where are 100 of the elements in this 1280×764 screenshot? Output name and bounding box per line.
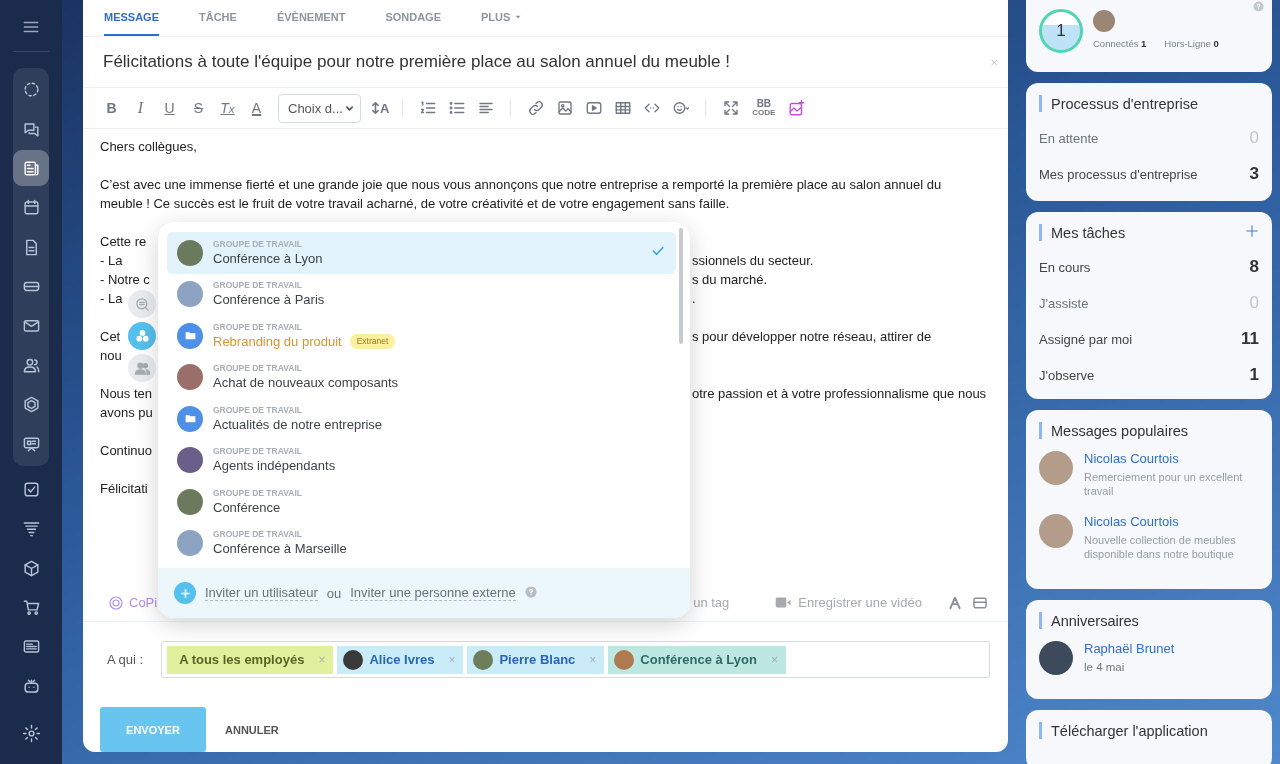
group-option[interactable]: GROUPE DE TRAVAIL Conférence à Lyon (167, 232, 676, 274)
text-fragment: - La (100, 290, 123, 308)
sparkle-image-icon[interactable] (787, 99, 806, 117)
counter-row[interactable]: Assigné par moi 11 (1039, 321, 1259, 357)
folder-icon (177, 322, 203, 349)
text-fragment: Cet (100, 328, 121, 346)
checkbox-icon (21, 479, 41, 499)
bullet-list-icon[interactable] (447, 99, 466, 117)
action-button[interactable] (128, 290, 156, 318)
action-button[interactable] (128, 354, 156, 382)
text-fragment: Félicitati (100, 480, 148, 498)
group-name: Conférence (213, 498, 281, 516)
counter-row[interactable]: Mes processus d'entreprise 3 (1039, 156, 1259, 192)
widget-title: Messages populaires (1051, 422, 1189, 439)
group-name: Conférence à Marseille (213, 540, 347, 558)
invite-user-link[interactable]: Inviter un utilisateur (205, 585, 318, 601)
table-icon[interactable] (613, 99, 632, 117)
text-format-icon[interactable] (948, 595, 962, 610)
group-option[interactable]: GROUPE DE TRAVAIL Achat de nouveaux composants (167, 356, 676, 398)
settings-icon (21, 723, 41, 743)
photo-placeholder (177, 447, 203, 474)
author-link[interactable]: Nicolas Courtois (1084, 514, 1259, 529)
counter-row[interactable]: J'observe 1 (1039, 357, 1259, 393)
group-name: Agents indépendants (213, 457, 336, 475)
group-option[interactable]: GROUPE DE TRAVAIL Conférence à Paris (167, 273, 676, 315)
tab[interactable]: SONDAGE (385, 0, 461, 36)
invite-external-link[interactable]: Inviter une personne externe (350, 585, 516, 601)
text-fragment: s du marché. (692, 271, 768, 289)
link-icon[interactable] (526, 99, 545, 117)
recipient-tag[interactable]: Conférence à Lyon × (608, 645, 786, 674)
action-button[interactable] (128, 322, 156, 350)
format-button[interactable]: A (245, 96, 268, 120)
recipient-tag[interactable]: A tous les employés × (167, 645, 334, 674)
tab[interactable]: TÂCHE (199, 0, 257, 36)
widget-title: Mes tâches (1051, 224, 1126, 241)
group-category: GROUPE DE TRAVAIL (213, 446, 303, 458)
cube-icon (21, 558, 41, 578)
search-list-icon (133, 295, 151, 313)
photo-placeholder (177, 281, 203, 308)
text-fragment: . (692, 290, 696, 308)
recipients-field[interactable]: A tous les employés × Alice Ivres × Pierre Blanc × Conférence à Lyon × (161, 641, 990, 678)
tab[interactable]: ÉVÈNEMENT (276, 0, 366, 36)
text-fragment: - La (100, 252, 123, 270)
extranet-badge: Extranet (349, 333, 396, 349)
font-size-button[interactable]: A (370, 100, 390, 116)
copilot-button[interactable]: CoPi (129, 595, 158, 610)
hexagon-icon (21, 395, 41, 415)
video-icon[interactable] (584, 99, 603, 117)
avatar (1039, 451, 1073, 485)
recipients-label: A qui : (107, 652, 144, 667)
recipient-tag[interactable]: Alice Ivres × (337, 645, 464, 674)
group-category: GROUPE DE TRAVAIL (213, 487, 303, 499)
post-title: Nouvelle collection de meubles disponible dans notre boutique (1084, 533, 1237, 561)
image-icon[interactable] (555, 99, 574, 117)
newspaper-icon (21, 158, 41, 178)
text-fragment: Nous ten (100, 385, 153, 403)
avatar (473, 649, 494, 670)
or-label: ou (326, 585, 342, 601)
photo-placeholder (177, 364, 203, 391)
group-category: GROUPE DE TRAVAIL (213, 404, 303, 416)
tab[interactable]: MESSAGE (104, 0, 159, 36)
font-select[interactable]: Choix d... (278, 93, 361, 123)
plus-icon (178, 586, 192, 600)
tag-link[interactable]: un tag (693, 595, 730, 610)
copilot-icon[interactable] (108, 594, 124, 611)
group-name: Conférence à Lyon (213, 249, 323, 267)
tab[interactable]: PLUS (481, 0, 543, 36)
widget-title: Processus d'entreprise (1051, 95, 1199, 112)
counter-row[interactable]: En cours 8 (1039, 249, 1259, 285)
sidebar-item[interactable] (13, 150, 49, 187)
photo-placeholder (614, 649, 635, 670)
avatar (343, 649, 364, 670)
record-video-link[interactable]: Enregistrer une vidéo (798, 595, 922, 610)
online-label: Connectés 1 (1093, 38, 1147, 49)
group-option[interactable]: GROUPE DE TRAVAIL Actualités de notre entreprise (167, 398, 676, 440)
avatar (1093, 10, 1115, 32)
text-fragment: Cette re (100, 233, 147, 251)
smiley-icon[interactable] (671, 99, 690, 117)
format-button[interactable]: I (129, 96, 152, 120)
up-down-arrow-icon (370, 101, 380, 115)
avatar (1039, 514, 1073, 548)
person-link[interactable]: Raphaël Brunet (1084, 641, 1175, 656)
recipient-tag[interactable]: Pierre Blanc × (467, 645, 605, 674)
group-option[interactable]: GROUPE DE TRAVAIL Agents indépendants (167, 439, 676, 481)
format-button[interactable]: B (100, 96, 123, 120)
format-button[interactable]: S (187, 96, 210, 120)
group-name: Achat de nouveaux composants (213, 374, 398, 392)
offline-label: Hors-Ligne 0 (1164, 38, 1219, 49)
presentation-board-icon (21, 434, 41, 454)
group-name: Rebranding du produit (213, 332, 342, 350)
author-link[interactable]: Nicolas Courtois (1084, 451, 1259, 466)
group-option[interactable]: GROUPE DE TRAVAIL Conférence à Marseille (167, 522, 676, 564)
group-option[interactable]: GROUPE DE TRAVAIL Conférence (167, 481, 676, 523)
cancel-button[interactable]: ANNULER (219, 722, 285, 737)
group-option[interactable]: GROUPE DE TRAVAIL Rebranding du produit Extranet (167, 315, 676, 357)
format-button[interactable]: U (158, 96, 181, 120)
bbcode-button[interactable]: BB CODE (752, 99, 776, 117)
avatar (1039, 641, 1073, 675)
cart-icon (21, 598, 41, 618)
fullscreen-icon[interactable] (721, 99, 740, 117)
